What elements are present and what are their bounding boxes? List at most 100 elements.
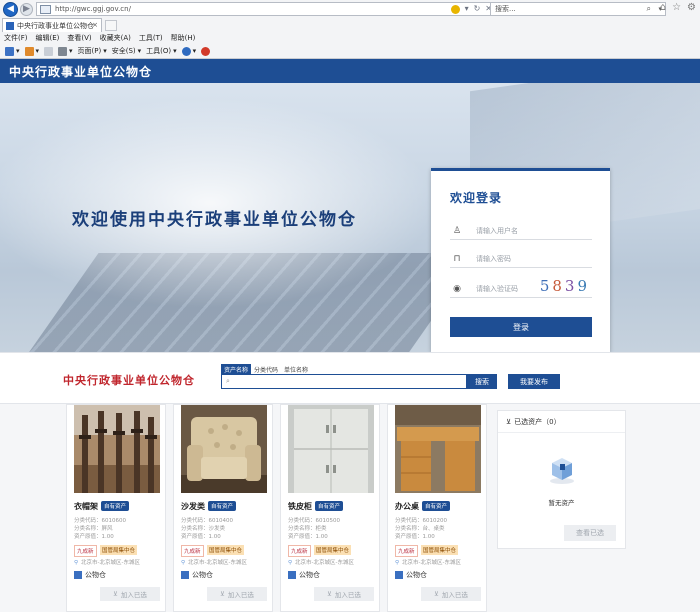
command-bar: ▾ ▾ ▾ 页面(P) ▾ 安全(S) ▾ 工具(O) ▾ ▾ — [0, 44, 700, 58]
asset-card[interactable]: 沙发类 自有资产 分类代码：6010400 分类名称：沙发类 资产原值：1.00… — [173, 404, 273, 612]
lock-icon: ⊓ — [453, 253, 461, 264]
publish-button[interactable]: 我要发布 — [508, 374, 560, 389]
cmd-print[interactable]: ▾ — [58, 46, 73, 56]
refresh-icon[interactable]: ↻ — [474, 4, 481, 14]
address-bar[interactable]: http://gwc.ggj.gov.cn/ ▾ ↻ ✕ — [36, 2, 496, 16]
menu-tools[interactable]: 工具(T) — [139, 33, 163, 43]
asset-image-sofa[interactable] — [181, 405, 267, 493]
add-to-selected-label: 加入已选 — [120, 591, 147, 599]
site-title: 中央行政事业单位公物仓 — [9, 64, 153, 79]
asset-warehouse-text: 公物仓 — [85, 571, 106, 579]
view-selected-button[interactable]: 查看已选 — [564, 525, 616, 541]
add-to-selected-button[interactable]: ⊻ 加入已选 — [207, 587, 267, 601]
asset-location: ⚲ 北京市-北京城区-东城区 — [395, 558, 461, 566]
selected-assets-panel: ⊻ 已选资产（0） 暂无资产 查看已选 — [497, 410, 626, 549]
menu-view[interactable]: 查看(V) — [67, 33, 91, 43]
asset-card[interactable]: 衣帽架 自有资产 分类代码：6010600 分类名称：屏风 资产原值：1.00 … — [66, 404, 166, 612]
add-to-selected-button[interactable]: ⊻ 加入已选 — [100, 587, 160, 601]
selected-assets-title: 已选资产（0） — [514, 417, 561, 426]
asset-value: 资产原值：1.00 — [395, 534, 435, 540]
add-to-selected-button[interactable]: ⊻ 加入已选 — [314, 587, 374, 601]
password-field[interactable]: ⊓ 请输入密码 — [450, 250, 592, 268]
asset-listing: 衣帽架 自有资产 分类代码：6010600 分类名称：屏风 资产原值：1.00 … — [0, 404, 700, 612]
asset-card[interactable]: 办公桌 自有资产 分类代码：6010200 分类名称：台、桌类 资产原值：1.0… — [387, 404, 487, 612]
portal-search-button[interactable]: 搜索 — [467, 374, 497, 389]
cmd-help[interactable]: ▾ — [181, 46, 196, 56]
username-placeholder: 请输入用户名 — [476, 226, 518, 235]
cmd-addon[interactable] — [201, 46, 211, 56]
dropdown-icon[interactable]: ▾ — [465, 4, 469, 14]
condition-badge: 九成新 — [181, 545, 204, 557]
asset-location-text: 北京市-北京城区-东城区 — [188, 560, 248, 566]
window-icons: ⌂ ☆ ⚙ — [660, 2, 696, 13]
tab-title: 中央行政事业单位公物仓 — [17, 21, 94, 30]
search-icon[interactable]: ⌕ — [647, 3, 651, 15]
captcha-char: 5 — [539, 277, 553, 295]
menu-edit[interactable]: 编辑(E) — [36, 33, 60, 43]
cart-icon: ⊻ — [434, 590, 439, 598]
addon-icon — [201, 46, 211, 56]
asset-warehouse-text: 公物仓 — [406, 571, 427, 579]
address-tools: ▾ ↻ ✕ — [450, 4, 492, 14]
asset-category: 分类名称：沙发类 — [181, 526, 226, 532]
portal-search-input[interactable]: ⌕ — [221, 374, 467, 389]
asset-location-text: 北京市-北京城区-东城区 — [81, 560, 141, 566]
cmd-mail[interactable] — [44, 46, 54, 56]
login-panel: 欢迎登录 ♙ 请输入用户名 ⊓ 请输入密码 ◉ 请输入验证码 5839 登录 — [431, 168, 610, 352]
asset-card[interactable]: 铁皮柜 自有资产 分类代码：6010500 分类名称：柜类 资产原值：1.00 … — [280, 404, 380, 612]
back-button[interactable]: ◀ — [3, 1, 18, 17]
cmd-tools-label: 工具(O) — [146, 47, 172, 55]
captcha-image[interactable]: 5839 — [540, 277, 590, 295]
asset-warehouse-text: 公物仓 — [192, 571, 213, 579]
home-icon[interactable]: ⌂ — [660, 2, 666, 13]
cmd-tools[interactable]: 工具(O) ▾ — [146, 46, 177, 56]
captcha-char: 3 — [564, 277, 578, 295]
captcha-field[interactable]: ◉ 请输入验证码 5839 — [450, 277, 592, 298]
condition-badge: 九成新 — [395, 545, 418, 557]
portal-logo: 中央行政事业单位公物仓 — [63, 374, 195, 387]
add-to-selected-label: 加入已选 — [441, 591, 468, 599]
compat-view-icon[interactable] — [450, 5, 460, 14]
asset-image-steel-cabinet[interactable] — [288, 405, 374, 493]
asset-location: ⚲ 北京市-北京城区-东城区 — [181, 558, 247, 566]
asset-value: 资产原值：1.00 — [181, 534, 221, 540]
favorites-icon[interactable]: ☆ — [672, 2, 681, 13]
cmd-page[interactable]: 页面(P) ▾ — [78, 46, 107, 56]
menu-help[interactable]: 帮助(H) — [171, 33, 196, 43]
asset-name: 铁皮柜 — [288, 502, 312, 511]
cmd-feeds[interactable]: ▾ — [24, 46, 39, 56]
login-button[interactable]: 登录 — [450, 317, 592, 337]
username-field[interactable]: ♙ 请输入用户名 — [450, 222, 592, 240]
asset-tag: 自有资产 — [208, 501, 237, 511]
menu-bar: 文件(F) 编辑(E) 查看(V) 收藏夹(A) 工具(T) 帮助(H) — [0, 32, 700, 44]
center-badge: 国管局集中仓 — [314, 545, 352, 555]
browser-tab[interactable]: 中央行政事业单位公物仓 × — [2, 18, 102, 32]
asset-warehouse: 公物仓 — [395, 570, 427, 580]
location-pin-icon: ⚲ — [395, 560, 400, 566]
asset-value: 资产原值：1.00 — [288, 534, 328, 540]
center-badge: 国管局集中仓 — [421, 545, 459, 555]
forward-button[interactable]: ▶ — [20, 2, 33, 16]
cmd-home[interactable]: ▾ — [5, 46, 20, 56]
cart-icon: ⊻ — [327, 590, 332, 598]
asset-image-desk[interactable] — [395, 405, 481, 493]
cmd-safety[interactable]: 安全(S) ▾ — [112, 46, 141, 56]
menu-favorites[interactable]: 收藏夹(A) — [100, 33, 131, 43]
warehouse-icon — [288, 571, 296, 579]
help-icon — [181, 46, 191, 56]
menu-file[interactable]: 文件(F) — [4, 33, 28, 43]
password-placeholder: 请输入密码 — [476, 254, 511, 263]
close-tab-icon[interactable]: × — [92, 21, 98, 29]
site-header: 中央行政事业单位公物仓 — [0, 59, 700, 83]
browser-search-input[interactable]: 搜索... ⌕ ▾ — [490, 2, 666, 16]
asset-tag: 自有资产 — [422, 501, 451, 511]
asset-location: ⚲ 北京市-北京城区-东城区 — [288, 558, 354, 566]
new-tab-button[interactable] — [105, 20, 117, 31]
settings-icon[interactable]: ⚙ — [687, 2, 696, 13]
rss-icon — [24, 46, 34, 56]
cart-icon: ⊻ — [220, 590, 225, 598]
user-icon: ♙ — [452, 225, 462, 236]
tab-favicon-icon — [6, 21, 14, 30]
add-to-selected-button[interactable]: ⊻ 加入已选 — [421, 587, 481, 601]
asset-image-coat-rack[interactable] — [74, 405, 160, 493]
